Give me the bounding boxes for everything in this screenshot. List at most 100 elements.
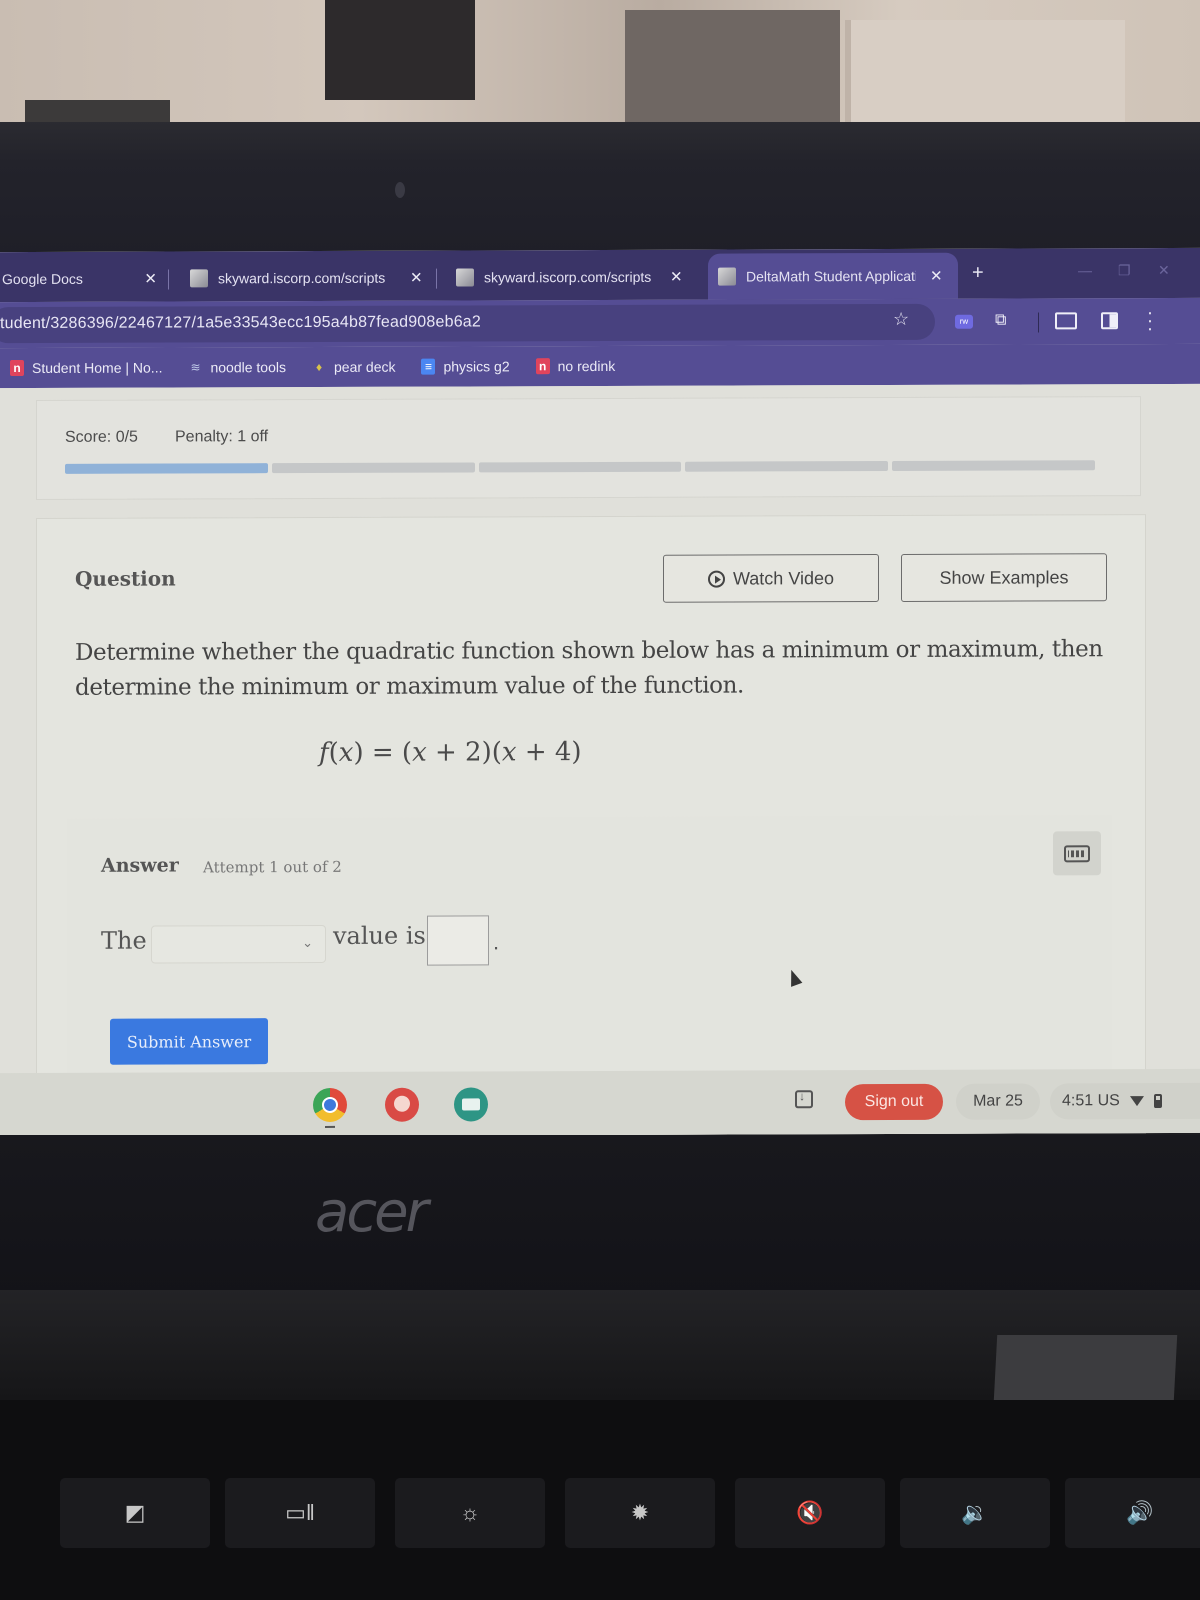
- keyboard-icon: [1064, 844, 1090, 862]
- url-text: tudent/3286396/22467127/1a5e33543ecc195a…: [0, 313, 481, 333]
- min-max-select[interactable]: ⌄: [151, 924, 326, 964]
- holding-space-icon[interactable]: [795, 1090, 813, 1109]
- volume-up-icon: 🔊: [1126, 1500, 1154, 1525]
- chevron-down-icon: ⌄: [302, 935, 313, 951]
- date-tray[interactable]: Mar 25: [956, 1083, 1040, 1120]
- minimize-icon[interactable]: —: [1078, 262, 1092, 278]
- formula-fn: f: [319, 737, 329, 768]
- progress-segment: [271, 462, 475, 474]
- bookmark-label: noodle tools: [210, 359, 286, 376]
- laptop-top-bezel: [0, 122, 1200, 254]
- formula-var: x: [501, 737, 517, 768]
- cast-icon[interactable]: [1055, 312, 1077, 330]
- deltamath-page: Score: 0/5 Penalty: 1 off Question Watch…: [0, 383, 1200, 1138]
- overview-icon: ▭‖: [285, 1500, 315, 1525]
- bookmark-label: no redink: [557, 357, 616, 375]
- submit-answer-button[interactable]: Submit Answer: [110, 1018, 268, 1065]
- more-menu-icon[interactable]: · · ·: [1147, 302, 1153, 338]
- readwrite-extension-icon[interactable]: rw: [955, 314, 973, 329]
- browser-tab-strip: Google Docs ✕ skyward.iscorp.com/scripts…: [0, 247, 1200, 303]
- close-icon[interactable]: ✕: [930, 267, 943, 285]
- bookmark-no-redink[interactable]: n no redink: [535, 357, 616, 375]
- progress-segment: [685, 460, 889, 472]
- bookmark-label: Student Home | No...: [32, 359, 163, 376]
- formula-var: x: [338, 737, 354, 768]
- penalty-text: Penalty: 1 off: [175, 428, 269, 446]
- skyward-icon: [190, 269, 208, 288]
- tab-google-docs[interactable]: Google Docs ✕: [0, 260, 169, 299]
- laptop-bottom-bezel: [0, 1135, 1200, 1295]
- watch-video-button[interactable]: Watch Video: [663, 554, 879, 603]
- sign-out-button[interactable]: Sign out: [845, 1083, 943, 1121]
- restore-icon[interactable]: ❐: [1118, 262, 1131, 279]
- answer-sentence-end: .: [493, 929, 500, 955]
- key-mute[interactable]: 🔇: [735, 1478, 885, 1548]
- key-fullscreen[interactable]: ◩: [60, 1478, 210, 1548]
- formula-var: x: [412, 737, 427, 768]
- fullscreen-icon: ◩: [124, 1500, 146, 1525]
- tab-separator: [436, 268, 437, 289]
- mute-icon: 🔇: [796, 1500, 824, 1525]
- bookmark-noodle-tools[interactable]: ≋ noodle tools: [188, 359, 286, 375]
- progress-segment: [65, 463, 268, 474]
- webcam: [395, 182, 405, 198]
- answer-sentence-mid: value is: [333, 921, 426, 950]
- tab-deltamath[interactable]: DeltaMath Student Application ✕: [708, 252, 958, 300]
- background-room: [0, 0, 1200, 135]
- noredink-icon: n: [10, 360, 24, 377]
- window-close-icon[interactable]: ✕: [1158, 262, 1170, 279]
- side-panel-icon[interactable]: [1101, 312, 1118, 330]
- show-examples-button[interactable]: Show Examples: [901, 553, 1107, 602]
- progress-segment: [892, 460, 1095, 471]
- answer-sentence-start: The: [101, 926, 147, 955]
- browser-toolbar: tudent/3286396/22467127/1a5e33543ecc195a…: [0, 297, 1200, 349]
- tab-skyward-2[interactable]: skyward.iscorp.com/scripts ✕: [446, 258, 696, 297]
- running-indicator: [325, 1125, 335, 1128]
- deltamath-icon: [718, 267, 736, 286]
- laptop-screen: Google Docs ✕ skyward.iscorp.com/scripts…: [0, 247, 1200, 1138]
- key-brightness-up[interactable]: ✹: [565, 1478, 715, 1548]
- question-heading: Question: [75, 566, 176, 591]
- close-icon[interactable]: ✕: [670, 268, 683, 286]
- key-volume-down[interactable]: 🔉: [900, 1478, 1050, 1548]
- address-bar[interactable]: tudent/3286396/22467127/1a5e33543ecc195a…: [0, 303, 935, 344]
- tab-title: DeltaMath Student Application: [746, 267, 916, 285]
- key-overview[interactable]: ▭‖: [225, 1478, 375, 1548]
- brightness-up-icon: ✹: [630, 1500, 650, 1525]
- bookmark-label: pear deck: [334, 358, 396, 375]
- key-volume-up[interactable]: 🔊: [1065, 1478, 1200, 1548]
- value-input[interactable]: [427, 915, 489, 966]
- key-brightness-down[interactable]: ☼: [395, 1478, 545, 1548]
- bookmark-pear-deck[interactable]: ♦ pear deck: [312, 358, 396, 375]
- new-tab-button[interactable]: +: [972, 262, 984, 285]
- door: [845, 20, 1125, 132]
- clock-time: 4:51: [1062, 1092, 1094, 1110]
- play-circle-icon: [707, 570, 725, 588]
- score-text: Score: 0/5: [65, 428, 138, 446]
- wifi-icon: [1129, 1096, 1144, 1107]
- brightness-down-icon: ☼: [459, 1500, 481, 1525]
- progress-bar: [65, 460, 1095, 474]
- canvas-app-icon[interactable]: [385, 1087, 419, 1122]
- noodletools-icon: ≋: [190, 360, 201, 375]
- tab-skyward-1[interactable]: skyward.iscorp.com/scripts ✕: [180, 259, 437, 298]
- toolbar-divider: [1038, 312, 1039, 333]
- question-prompt: Determine whether the quadratic function…: [75, 636, 1103, 701]
- status-tray[interactable]: 4:51 US: [1050, 1082, 1200, 1120]
- peardeck-icon: ♦: [315, 359, 323, 374]
- progress-segment: [478, 461, 682, 473]
- wall-picture: [325, 0, 475, 100]
- tab-title: skyward.iscorp.com/scripts: [484, 268, 652, 286]
- chrome-icon[interactable]: [313, 1087, 347, 1123]
- bookmark-physics-g2[interactable]: ≡ physics g2: [421, 358, 510, 375]
- acer-logo: acer: [315, 1180, 429, 1245]
- bookmark-student-home[interactable]: n Student Home | No...: [10, 360, 162, 377]
- close-icon[interactable]: ✕: [144, 270, 157, 288]
- math-keyboard-button[interactable]: [1053, 831, 1101, 876]
- answer-heading: Answer: [101, 854, 179, 877]
- extensions-puzzle-icon[interactable]: ⧉: [995, 312, 1006, 330]
- close-icon[interactable]: ✕: [410, 269, 423, 287]
- google-doc-icon: ≡: [421, 358, 436, 375]
- classroom-icon[interactable]: [454, 1087, 488, 1122]
- bookmark-star-icon[interactable]: ☆: [893, 309, 909, 330]
